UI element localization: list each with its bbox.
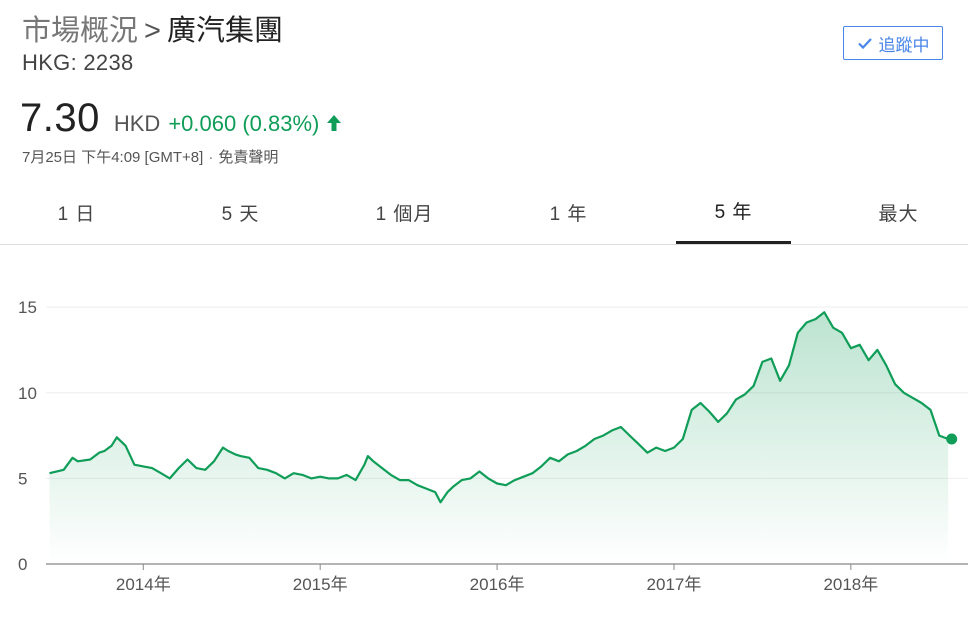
breadcrumb-parent[interactable]: 市場概況: [22, 15, 138, 47]
price-area-fill: [49, 312, 949, 564]
meta-separator: ·: [208, 149, 214, 166]
price-change: +0.060 (0.83%): [168, 111, 320, 136]
y-tick-label: 0: [18, 555, 27, 574]
y-tick-label: 15: [18, 298, 37, 317]
price-value: 7.30: [20, 96, 100, 140]
tab-max[interactable]: 最大: [841, 180, 956, 244]
range-tabs: 1 日 5 天 1 個月 1 年 5 年 最大: [0, 180, 968, 245]
tab-1-year[interactable]: 1 年: [511, 180, 626, 244]
ticker-symbol: HKG: 2238: [22, 50, 134, 75]
quote-row: 7.30 HKD +0.060 (0.83%): [20, 96, 343, 146]
current-price-point: [946, 433, 958, 445]
x-tick-label: 2014年: [116, 575, 171, 594]
price-currency: HKD: [113, 111, 161, 136]
tab-1-day[interactable]: 1 日: [19, 180, 134, 244]
x-tick-label: 2017年: [647, 575, 702, 594]
disclaimer-link[interactable]: 免責聲明: [218, 149, 278, 166]
price-chart[interactable]: 0 5 10 15 2014年 2015年 2016年 2017年 2018年: [0, 250, 968, 630]
quote-timestamp: 7月25日 下午4:09 [GMT+8]: [22, 149, 204, 166]
quote-meta: 7月25日 下午4:09 [GMT+8] · 免責聲明: [22, 146, 278, 167]
x-tick-label: 2016年: [470, 575, 525, 594]
check-icon: [857, 38, 872, 50]
breadcrumb: 市場概況 > 廣汽集團: [22, 12, 283, 50]
follow-button-label: 追蹤中: [878, 35, 930, 55]
tab-5-years[interactable]: 5 年: [676, 180, 791, 244]
page-title: 廣汽集團: [166, 15, 283, 47]
y-tick-label: 10: [18, 384, 37, 403]
follow-button[interactable]: 追蹤中: [843, 26, 943, 60]
tab-5-days[interactable]: 5 天: [183, 180, 298, 244]
x-tick-label: 2018年: [823, 575, 878, 594]
x-tick-label: 2015年: [293, 575, 348, 594]
y-tick-label: 5: [18, 469, 27, 488]
price-chart-svg: 0 5 10 15 2014年 2015年 2016年 2017年 2018年: [18, 298, 968, 594]
arrow-up-icon: [327, 115, 342, 131]
tab-1-month[interactable]: 1 個月: [347, 180, 462, 244]
breadcrumb-separator: >: [144, 15, 161, 47]
